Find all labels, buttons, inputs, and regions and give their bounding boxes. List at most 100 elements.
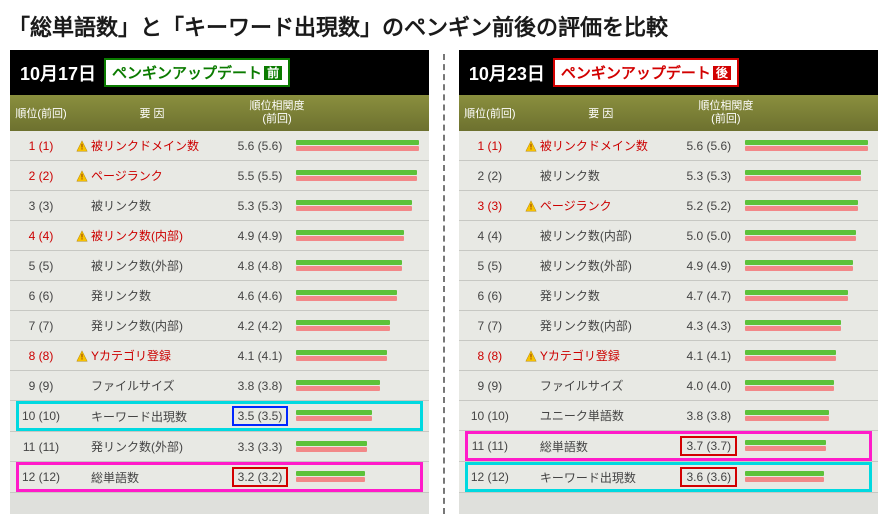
corr-value: 4.9 (4.9) bbox=[686, 259, 731, 273]
bar-current bbox=[296, 290, 397, 295]
bar-pair bbox=[745, 320, 868, 332]
cell-corr: 3.3 (3.3) bbox=[228, 440, 292, 454]
corr-value: 3.3 (3.3) bbox=[238, 440, 283, 454]
cell-corr: 3.8 (3.8) bbox=[677, 409, 741, 423]
cell-bars bbox=[292, 320, 429, 332]
warning-icon bbox=[76, 350, 88, 362]
bar-current bbox=[745, 471, 824, 476]
cell-factor: キーワード出現数 bbox=[521, 469, 677, 486]
spacer-icon bbox=[76, 200, 88, 212]
bar-previous bbox=[745, 416, 829, 421]
cell-bars bbox=[741, 440, 878, 452]
factor-text: ファイルサイズ bbox=[540, 377, 624, 394]
spacer-icon bbox=[525, 380, 537, 392]
bar-pair bbox=[745, 380, 868, 392]
corr-highlight: 3.5 (3.5) bbox=[232, 406, 289, 426]
bar-pair bbox=[745, 260, 868, 272]
cell-rank: 5 (5) bbox=[10, 259, 72, 273]
table-row: 10 (10)ユニーク単語数3.8 (3.8) bbox=[459, 401, 878, 431]
cell-corr: 4.1 (4.1) bbox=[228, 349, 292, 363]
bar-pair bbox=[296, 140, 419, 152]
cell-bars bbox=[292, 200, 429, 212]
cell-rank: 9 (9) bbox=[10, 379, 72, 393]
warning-icon bbox=[76, 170, 88, 182]
cell-rank: 3 (3) bbox=[10, 199, 72, 213]
cell-rank: 11 (11) bbox=[459, 439, 521, 453]
cell-factor: Yカテゴリ登録 bbox=[521, 347, 677, 364]
bar-current bbox=[296, 410, 372, 415]
cell-corr: 4.2 (4.2) bbox=[228, 319, 292, 333]
factor-text: ファイルサイズ bbox=[91, 377, 175, 394]
bar-current bbox=[745, 320, 841, 325]
bar-current bbox=[745, 230, 856, 235]
cell-rank: 6 (6) bbox=[10, 289, 72, 303]
bar-current bbox=[745, 170, 861, 175]
cell-bars bbox=[292, 410, 429, 422]
bar-current bbox=[296, 260, 402, 265]
bar-current bbox=[745, 410, 829, 415]
cell-corr: 5.6 (5.6) bbox=[677, 139, 741, 153]
factor-text: キーワード出現数 bbox=[91, 408, 187, 425]
factor-text: 被リンク数(内部) bbox=[91, 227, 183, 244]
bar-previous bbox=[745, 446, 826, 451]
corr-highlight: 3.6 (3.6) bbox=[680, 467, 737, 487]
bar-pair bbox=[745, 350, 868, 362]
cell-bars bbox=[741, 230, 878, 242]
cell-rank: 2 (2) bbox=[459, 169, 521, 183]
bar-pair bbox=[296, 260, 419, 272]
bar-previous bbox=[745, 176, 861, 181]
bar-previous bbox=[745, 206, 858, 211]
bar-current bbox=[296, 441, 367, 446]
table-row: 7 (7)発リンク数(内部)4.2 (4.2) bbox=[10, 311, 429, 341]
cell-corr: 5.2 (5.2) bbox=[677, 199, 741, 213]
cell-corr: 5.3 (5.3) bbox=[228, 199, 292, 213]
bar-pair bbox=[296, 410, 419, 422]
cell-bars bbox=[292, 230, 429, 242]
cell-bars bbox=[741, 380, 878, 392]
cell-corr: 4.3 (4.3) bbox=[677, 319, 741, 333]
table-row: 4 (4)被リンク数(内部)4.9 (4.9) bbox=[10, 221, 429, 251]
cell-corr: 4.9 (4.9) bbox=[677, 259, 741, 273]
table-row: 4 (4)被リンク数(内部)5.0 (5.0) bbox=[459, 221, 878, 251]
table-row: 1 (1)被リンクドメイン数5.6 (5.6) bbox=[459, 131, 878, 161]
cell-factor: 総単語数 bbox=[72, 469, 228, 486]
bar-pair bbox=[296, 350, 419, 362]
factor-text: 発リンク数 bbox=[91, 287, 151, 304]
bar-pair bbox=[296, 290, 419, 302]
bar-previous bbox=[745, 266, 853, 271]
corr-value: 4.1 (4.1) bbox=[238, 349, 283, 363]
warning-icon bbox=[525, 350, 537, 362]
bar-previous bbox=[296, 356, 387, 361]
panel-after: 10月23日 ペンギンアップデート 後 順位(前回) 要 因 順位相関度 (前回… bbox=[459, 50, 878, 514]
spacer-icon bbox=[76, 290, 88, 302]
factor-text: 被リンク数(内部) bbox=[540, 227, 632, 244]
factor-text: 総単語数 bbox=[540, 438, 588, 455]
warning-icon bbox=[76, 140, 88, 152]
cell-corr: 3.5 (3.5) bbox=[228, 406, 292, 426]
table-header-left: 順位(前回) 要 因 順位相関度 (前回) bbox=[10, 95, 429, 131]
cell-bars bbox=[741, 320, 878, 332]
cell-factor: 総単語数 bbox=[521, 438, 677, 455]
panel-after-header: 10月23日 ペンギンアップデート 後 bbox=[459, 50, 878, 95]
bar-current bbox=[296, 320, 390, 325]
badge-after-prefix: ペンギンアップデート bbox=[561, 62, 711, 83]
cell-corr: 4.0 (4.0) bbox=[677, 379, 741, 393]
factor-text: 被リンクドメイン数 bbox=[540, 137, 648, 154]
panel-before-date: 10月17日 bbox=[20, 60, 96, 86]
cell-factor: 被リンクドメイン数 bbox=[521, 137, 677, 154]
cell-bars bbox=[741, 140, 878, 152]
spacer-icon bbox=[525, 230, 537, 242]
bar-pair bbox=[296, 441, 419, 453]
corr-value: 5.3 (5.3) bbox=[686, 169, 731, 183]
factor-text: 発リンク数(外部) bbox=[91, 438, 183, 455]
spacer-icon bbox=[525, 471, 537, 483]
factor-text: ページランク bbox=[540, 197, 612, 214]
bar-pair bbox=[296, 320, 419, 332]
corr-value: 5.6 (5.6) bbox=[238, 139, 283, 153]
badge-after-box: 後 bbox=[713, 66, 731, 80]
warning-icon bbox=[76, 230, 88, 242]
badge-before-prefix: ペンギンアップデート bbox=[112, 62, 262, 83]
cell-rank: 9 (9) bbox=[459, 379, 521, 393]
cell-factor: 被リンク数(外部) bbox=[72, 257, 228, 274]
bar-current bbox=[745, 140, 868, 145]
